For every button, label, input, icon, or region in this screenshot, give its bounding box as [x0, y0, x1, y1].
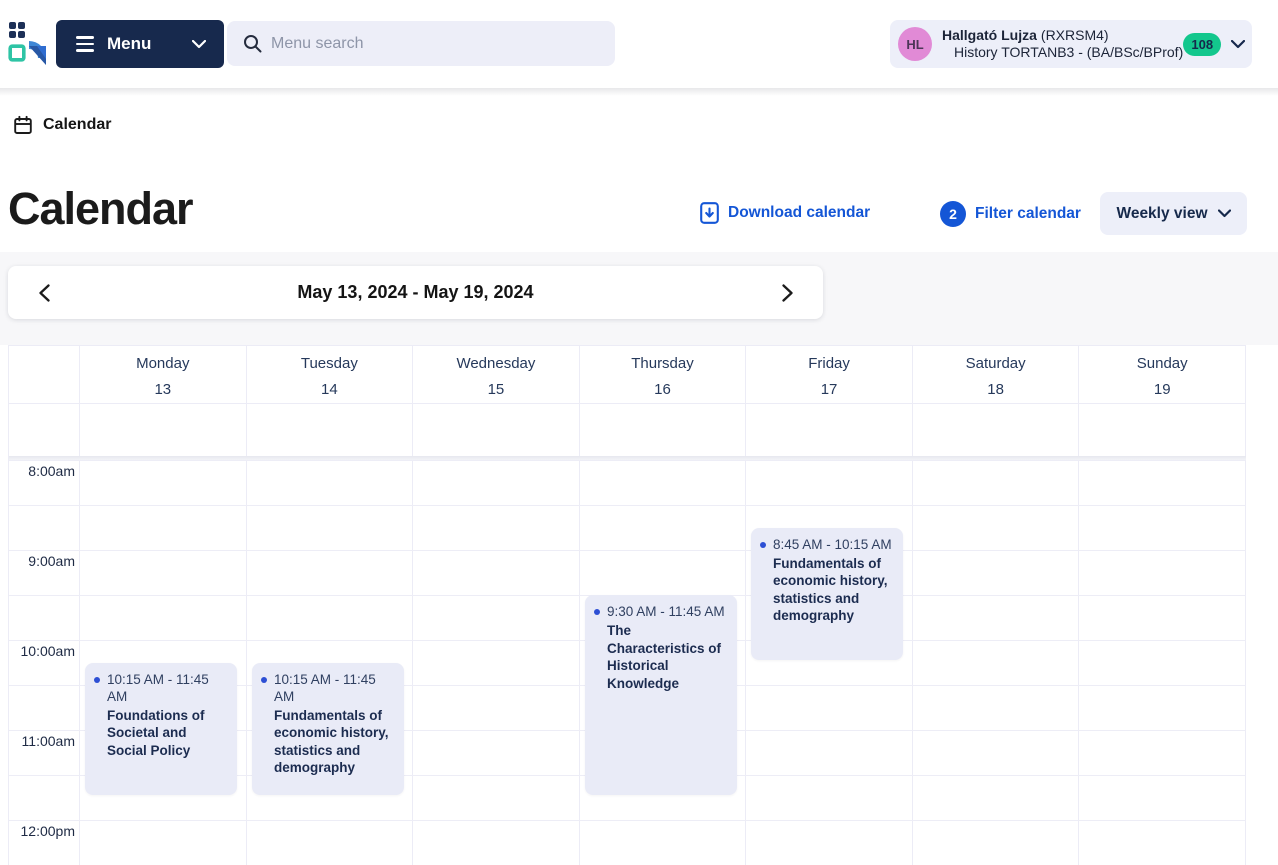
event-title: The Characteristics of Historical Knowle… — [607, 622, 729, 692]
day-column — [1079, 404, 1246, 865]
user-training: History TORTANB3 - (BA/BSc/BProf) — [942, 44, 1183, 61]
menu-search — [227, 21, 615, 66]
day-name: Saturday — [913, 351, 1079, 377]
hamburger-icon — [76, 36, 94, 52]
day-name: Tuesday — [247, 351, 413, 377]
time-label: 9:00am — [9, 553, 75, 569]
breadcrumb[interactable]: Calendar — [13, 115, 111, 135]
day-name: Sunday — [1079, 351, 1245, 377]
time-label: 12:00pm — [9, 823, 75, 839]
page-title: Calendar — [8, 183, 193, 235]
day-header-wednesday: Wednesday15 — [413, 346, 580, 403]
user-info: Hallgató Lujza(RXRSM4) History TORTANB3 … — [942, 27, 1183, 61]
chevron-right-icon — [782, 284, 793, 302]
grid-line — [9, 460, 1246, 461]
avatar: HL — [898, 27, 932, 61]
day-number: 19 — [1079, 377, 1245, 403]
calendar-event[interactable]: 10:15 AM - 11:45 AMFoundations of Societ… — [85, 663, 237, 795]
chevron-down-icon — [192, 40, 206, 49]
previous-week-button[interactable] — [22, 266, 66, 319]
event-title: Fundamentals of economic history, statis… — [274, 707, 396, 777]
user-menu[interactable]: HL Hallgató Lujza(RXRSM4) History TORTAN… — [890, 20, 1252, 68]
time-label: 11:00am — [9, 733, 75, 749]
user-code: (RXRSM4) — [1041, 27, 1109, 43]
chevron-left-icon — [39, 284, 50, 302]
day-name: Wednesday — [413, 351, 579, 377]
event-title: Fundamentals of economic history, statis… — [773, 555, 895, 625]
view-selector-label: Weekly view — [1116, 205, 1207, 223]
filter-calendar-button[interactable]: 2 Filter calendar — [940, 201, 1081, 227]
calendar-icon — [13, 115, 33, 135]
calendar-event[interactable]: 10:15 AM - 11:45 AMFundamentals of econo… — [252, 663, 404, 795]
download-file-icon — [700, 202, 719, 224]
day-number: 16 — [580, 377, 746, 403]
grid-line — [9, 820, 1246, 821]
day-name: Friday — [746, 351, 912, 377]
topbar-shadow — [0, 88, 1278, 96]
calendar-day-header-row: Monday13Tuesday14Wednesday15Thursday16Fr… — [9, 346, 1246, 404]
week-range-label: May 13, 2024 - May 19, 2024 — [297, 282, 533, 303]
calendar-event[interactable]: 9:30 AM - 11:45 AM The Characteristics of… — [585, 595, 737, 795]
event-time: 10:15 AM - 11:45 AM — [274, 671, 396, 705]
day-name: Monday — [80, 351, 246, 377]
day-number: 18 — [913, 377, 1079, 403]
event-time: 8:45 AM - 10:15 AM — [773, 536, 895, 553]
filter-count-badge: 2 — [940, 201, 966, 227]
time-label: 8:00am — [9, 463, 75, 479]
download-calendar-button[interactable]: Download calendar — [700, 202, 870, 224]
day-column — [80, 404, 247, 865]
event-dot-icon — [94, 677, 100, 683]
day-column — [913, 404, 1080, 865]
filter-calendar-label: Filter calendar — [975, 205, 1081, 223]
time-label: 10:00am — [9, 643, 75, 659]
view-selector[interactable]: Weekly view — [1100, 192, 1247, 235]
menu-search-input[interactable] — [227, 20, 615, 67]
event-time: 9:30 AM - 11:45 AM — [607, 603, 729, 620]
day-header-tuesday: Tuesday14 — [247, 346, 414, 403]
day-header-sunday: Sunday19 — [1079, 346, 1246, 403]
event-dot-icon — [760, 542, 766, 548]
grid-line — [9, 505, 1246, 506]
event-dot-icon — [261, 677, 267, 683]
menu-button-label: Menu — [107, 34, 151, 54]
day-header-monday: Monday13 — [80, 346, 247, 403]
user-name: Hallgató Lujza — [942, 27, 1037, 43]
day-name: Thursday — [580, 351, 746, 377]
event-time: 10:15 AM - 11:45 AM — [107, 671, 229, 705]
weekly-calendar-grid: Monday13Tuesday14Wednesday15Thursday16Fr… — [8, 345, 1246, 865]
event-title: Foundations of Societal and Social Polic… — [107, 707, 229, 760]
day-header-thursday: Thursday16 — [580, 346, 747, 403]
day-header-friday: Friday17 — [746, 346, 913, 403]
grid-line — [9, 550, 1246, 551]
day-number: 13 — [80, 377, 246, 403]
day-header-saturday: Saturday18 — [913, 346, 1080, 403]
chevron-down-icon — [1231, 40, 1245, 49]
app-logo-icon[interactable] — [8, 19, 48, 69]
menu-button[interactable]: Menu — [56, 20, 224, 68]
download-calendar-label: Download calendar — [728, 204, 870, 222]
day-number: 14 — [247, 377, 413, 403]
next-week-button[interactable] — [765, 266, 809, 319]
chevron-down-icon — [1218, 209, 1231, 218]
calendar-event[interactable]: 8:45 AM - 10:15 AM Fundamentals of econom… — [751, 528, 903, 660]
day-column — [247, 404, 414, 865]
event-dot-icon — [594, 609, 600, 615]
magnifier-icon — [243, 34, 262, 53]
breadcrumb-label: Calendar — [43, 116, 111, 134]
user-name-line: Hallgató Lujza(RXRSM4) — [942, 27, 1183, 44]
day-number: 15 — [413, 377, 579, 403]
calendar-page: Menu HL Hallgató Lujza(RXRSM4) History T… — [0, 0, 1278, 865]
top-bar: Menu HL Hallgató Lujza(RXRSM4) History T… — [0, 0, 1278, 88]
week-navigation: May 13, 2024 - May 19, 2024 — [8, 266, 823, 319]
time-gutter-header — [9, 346, 80, 403]
notification-badge: 108 — [1183, 33, 1221, 56]
day-column — [413, 404, 580, 865]
day-number: 17 — [746, 377, 912, 403]
